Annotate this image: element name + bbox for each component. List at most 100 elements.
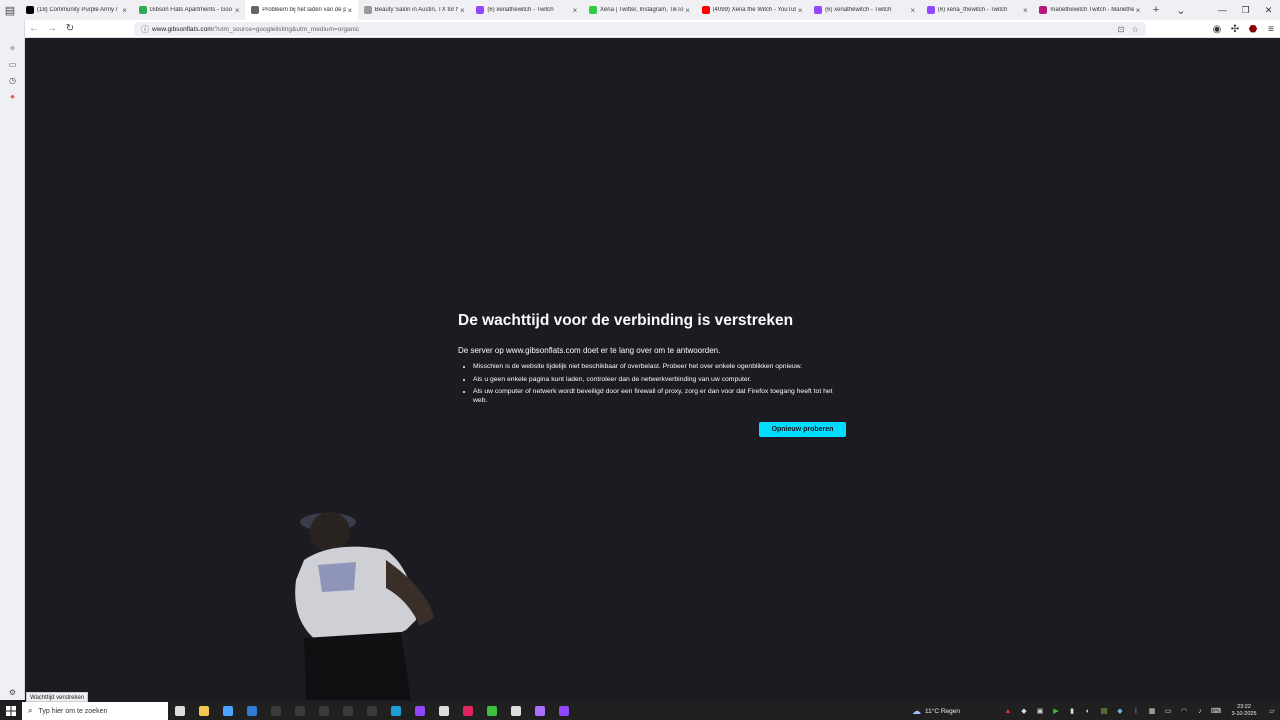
- task-view-icon[interactable]: [168, 702, 192, 720]
- menu-icon[interactable]: ≡: [1262, 20, 1280, 38]
- app-glyph: [463, 706, 473, 716]
- tray-app-icon[interactable]: ▦: [1144, 707, 1160, 715]
- app-glyph: [343, 706, 353, 716]
- back-icon[interactable]: ←: [25, 20, 43, 38]
- ai-chatbot-icon[interactable]: ✧: [6, 42, 19, 55]
- close-tab-icon[interactable]: ×: [909, 6, 917, 15]
- close-tab-icon[interactable]: ×: [1021, 6, 1029, 15]
- obs-icon[interactable]: [432, 702, 456, 720]
- taskbar-search[interactable]: ⌕ Typ hier om te zoeken: [22, 702, 168, 720]
- minimize-button[interactable]: —: [1211, 0, 1234, 20]
- app-icon[interactable]: [312, 702, 336, 720]
- chat-icon[interactable]: [528, 702, 552, 720]
- new-tab-icon[interactable]: +: [1146, 0, 1166, 20]
- history-icon[interactable]: ◷: [6, 74, 19, 87]
- app-icon[interactable]: [288, 702, 312, 720]
- status-tooltip: Wachttijd verstreken: [26, 692, 89, 702]
- tray-app-icon[interactable]: ▤: [1096, 707, 1112, 715]
- browser-tab[interactable]: mariethewitch Twitch - Mariethe ×: [1033, 0, 1146, 20]
- close-tab-icon[interactable]: ×: [1134, 6, 1142, 15]
- browser-tab[interactable]: Xena | Twitter, Instagram, TikTo ×: [583, 0, 696, 20]
- close-tab-icon[interactable]: ×: [121, 6, 129, 15]
- network-icon[interactable]: ▭: [1160, 707, 1176, 715]
- url-bar[interactable]: ⓘ www.gibsonflats.com/?utm_source=google…: [134, 22, 1146, 36]
- tab-title: (4099) Xena the Witch - YouTub: [712, 7, 797, 13]
- synced-tabs-icon[interactable]: ▭: [6, 58, 19, 71]
- browser-tab[interactable]: Beauty Salon in Austin, TX for N ×: [358, 0, 471, 20]
- close-tab-icon[interactable]: ×: [684, 6, 692, 15]
- app-glyph: [319, 706, 329, 716]
- twitch-icon: [814, 6, 823, 14]
- sidebar-settings-icon[interactable]: ⚙: [6, 686, 19, 699]
- close-tab-icon[interactable]: ×: [233, 6, 241, 15]
- app-icon[interactable]: [456, 702, 480, 720]
- browser-tab[interactable]: (4099) Xena the Witch - YouTub ×: [696, 0, 809, 20]
- file-explorer-icon[interactable]: [192, 702, 216, 720]
- tab-title: Xena | Twitter, Instagram, TikTo: [599, 7, 684, 13]
- language-icon[interactable]: ⌨: [1208, 707, 1224, 715]
- store-icon[interactable]: [216, 702, 240, 720]
- notifications-icon[interactable]: ▱: [1264, 707, 1280, 715]
- navigation-toolbar: ▣ ← → ↻ ⓘ www.gibsonflats.com/?utm_sourc…: [0, 20, 1280, 38]
- app-glyph: [559, 706, 569, 716]
- close-window-button[interactable]: ✕: [1257, 0, 1280, 20]
- play-icon[interactable]: [480, 702, 504, 720]
- close-tab-icon[interactable]: ×: [796, 6, 804, 15]
- map-pin-icon: [138, 6, 147, 14]
- system-tray: ☁ 11°C Regen ▲ ◆ ▣ ▶ ▮ ◐ ▤ ◆ ᛒ ▦ ▭ ◠ ♪ ⌨…: [912, 702, 1280, 720]
- tray-app-icon[interactable]: ▣: [1032, 707, 1048, 715]
- app-glyph: [175, 706, 185, 716]
- bluetooth-icon[interactable]: ᛒ: [1128, 708, 1144, 715]
- outlook-icon[interactable]: [240, 702, 264, 720]
- shirt-print: [318, 562, 356, 592]
- browser-tab[interactable]: (6) xenathewitch - Twitch ×: [808, 0, 921, 20]
- tray-app-icon[interactable]: ▶: [1048, 707, 1064, 715]
- account-icon[interactable]: ◉: [1208, 20, 1226, 38]
- extension-sidebar-icon[interactable]: ●: [6, 90, 19, 103]
- browser-tab[interactable]: (6) xena_thewitch - Twitch ×: [921, 0, 1034, 20]
- error-title: De wachttijd voor de verbinding is verst…: [458, 312, 794, 329]
- close-tab-icon[interactable]: ×: [571, 6, 579, 15]
- search-icon: ⌕: [28, 706, 33, 715]
- twitch-icon[interactable]: [408, 702, 432, 720]
- app-icon[interactable]: [264, 702, 288, 720]
- forward-icon[interactable]: →: [43, 20, 61, 38]
- extensions-icon[interactable]: ✣: [1226, 20, 1244, 38]
- browser-tab[interactable]: Probleem bij het laden van de p ×: [245, 0, 358, 20]
- app-icon[interactable]: [336, 702, 360, 720]
- page-info-icon[interactable]: ⓘ: [138, 24, 152, 35]
- browser-tab[interactable]: (6) xenathewitch - Twitch ×: [470, 0, 583, 20]
- page-icon: [363, 6, 372, 14]
- browser-tab[interactable]: (18) Community Purple Army / ×: [20, 0, 133, 20]
- close-tab-icon[interactable]: ×: [346, 6, 354, 15]
- reader-view-icon[interactable]: ⊡: [1114, 25, 1128, 34]
- tray-app-icon[interactable]: ◐: [1080, 708, 1096, 715]
- tray-app-icon[interactable]: ◆: [1016, 707, 1032, 715]
- reload-icon[interactable]: ↻: [61, 20, 79, 38]
- app-glyph: [271, 706, 281, 716]
- edge-icon[interactable]: [384, 702, 408, 720]
- tray-app-icon[interactable]: ◆: [1112, 707, 1128, 715]
- tab-overview-icon[interactable]: ▤: [0, 0, 20, 20]
- restore-button[interactable]: ❐: [1234, 0, 1257, 20]
- ublock-icon[interactable]: ⬣: [1244, 20, 1262, 38]
- wifi-icon[interactable]: ◠: [1176, 707, 1192, 715]
- weather-widget[interactable]: ☁ 11°C Regen: [912, 706, 960, 717]
- bookmark-star-icon[interactable]: ☆: [1128, 25, 1142, 34]
- retry-button[interactable]: Opnieuw proberen: [759, 422, 846, 437]
- app-icon[interactable]: [360, 702, 384, 720]
- volume-icon[interactable]: ♪: [1192, 708, 1208, 715]
- tray-app-icon[interactable]: ▮: [1064, 707, 1080, 715]
- ga-icon[interactable]: [504, 702, 528, 720]
- info-icon: [251, 6, 260, 14]
- clock-date: 3-10-2025: [1231, 711, 1257, 717]
- clock[interactable]: 23:22 3-10-2025: [1224, 704, 1264, 718]
- app-icon[interactable]: [552, 702, 576, 720]
- list-all-tabs-icon[interactable]: ⌄: [1171, 0, 1191, 20]
- twitch-icon: [926, 6, 935, 14]
- app-glyph: [223, 706, 233, 716]
- close-tab-icon[interactable]: ×: [458, 6, 466, 15]
- start-button[interactable]: [0, 702, 22, 720]
- browser-tab[interactable]: Gibson Flats Apartments - Goo ×: [133, 0, 246, 20]
- tray-app-icon[interactable]: ▲: [1000, 708, 1016, 715]
